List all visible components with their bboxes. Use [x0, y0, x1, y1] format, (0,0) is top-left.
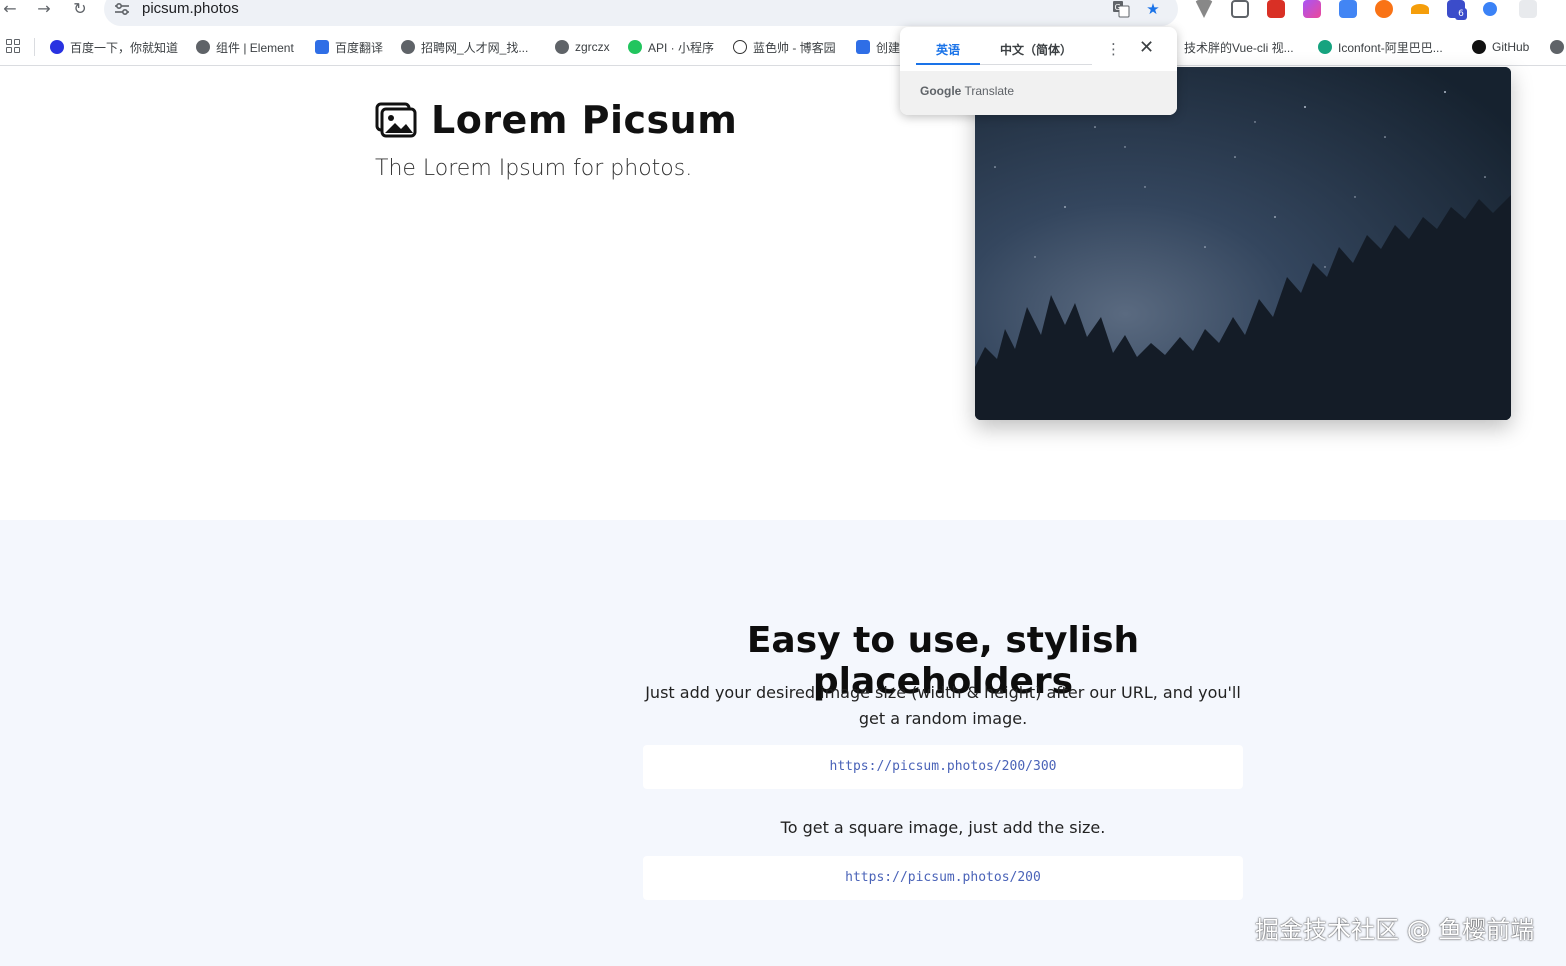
bookmark-star-icon[interactable]: ★ [1143, 0, 1163, 20]
bookmark-github[interactable]: GitHub [1472, 38, 1529, 56]
apps-grid-icon[interactable] [6, 39, 20, 53]
bookmark-label: API · 小程序 [648, 40, 715, 55]
photos-logo-icon [375, 102, 417, 138]
iconfont-icon [1318, 40, 1332, 54]
bookmark-miniprogram-api[interactable]: API · 小程序 [628, 38, 714, 56]
bookmark-cnblogs[interactable]: 蓝色帅 - 博客园 [733, 38, 836, 56]
example-url-code-1[interactable]: https://picsum.photos/200/300 [643, 745, 1243, 789]
google-translate-ext-icon[interactable] [1339, 0, 1357, 18]
vue-devtools-icon[interactable] [1195, 0, 1213, 18]
bookmark-baidu[interactable]: 百度一下，你就知道 [50, 38, 178, 56]
color-picker-icon[interactable] [1303, 0, 1321, 18]
bookmark-label: 创建 [876, 40, 901, 55]
forward-arrow-icon[interactable]: → [34, 0, 54, 20]
browser-toolbar: ← → ↻ picsum.photos G ★ 6 [0, 0, 1566, 30]
bookmark-overflow[interactable] [1550, 38, 1564, 56]
globe-icon [196, 40, 210, 54]
bookmark-label: 百度翻译 [335, 40, 384, 55]
google-wordmark: Google [920, 84, 962, 98]
site-title: Lorem Picsum [431, 98, 738, 142]
address-bar[interactable]: picsum.photos [104, 0, 1178, 26]
blue-dot-ext-icon[interactable] [1483, 2, 1497, 16]
translate-tab-source[interactable]: 英语 [936, 41, 960, 58]
baidu-paw-icon [50, 40, 64, 54]
bookmark-label: 招聘网_人才网_找... [421, 40, 529, 55]
usage-description: Just add your desired image size (width … [645, 683, 1241, 728]
extension-count-badge: 6 [1455, 8, 1467, 20]
globe-icon [555, 40, 569, 54]
bookmark-vue-cli[interactable]: 技术胖的Vue-cli 视... [1184, 38, 1294, 56]
square-image-note: To get a square image, just add the size… [780, 818, 1106, 837]
translate-tab-target[interactable]: 中文（简体） [1000, 41, 1072, 58]
hero-photo-night-sky [975, 67, 1511, 420]
cnblogs-icon [733, 40, 747, 54]
bookmarks-separator [34, 38, 35, 56]
bookmark-zgrczx[interactable]: zgrczx [555, 38, 610, 56]
brand-header: Lorem Picsum [375, 98, 737, 142]
github-icon [1472, 40, 1486, 54]
watermark: 掘金技术社区 @ 鱼樱前端 [1255, 916, 1535, 944]
more-options-icon[interactable]: ⋮ [1106, 40, 1121, 58]
tab-manager-icon[interactable] [1231, 0, 1249, 18]
bookmark-iconfont[interactable]: Iconfont-阿里巴巴... [1318, 38, 1443, 56]
reload-icon[interactable]: ↻ [70, 0, 90, 20]
example-url-code-2[interactable]: https://picsum.photos/200 [643, 856, 1243, 900]
bookmark-label: 组件 | Element [216, 40, 294, 55]
globe-icon [401, 40, 415, 54]
translate-tab-indicator [916, 63, 980, 65]
bookmark-element[interactable]: 组件 | Element [196, 38, 294, 56]
bookmark-label: 蓝色帅 - 博客园 [753, 40, 836, 55]
site-tagline: The Lorem Ipsum for photos. [375, 156, 693, 181]
bookmark-create[interactable]: 创建 [856, 38, 900, 56]
globe-icon [1550, 40, 1564, 54]
bookmark-label: Iconfont-阿里巴巴... [1338, 40, 1443, 55]
site-settings-icon[interactable] [114, 2, 130, 16]
placeholder-ext-icon[interactable] [1519, 0, 1537, 18]
sticker-ext-icon[interactable] [1411, 4, 1429, 14]
svg-text:G: G [1115, 3, 1121, 12]
bookmark-label: GitHub [1492, 40, 1530, 54]
translate-tab-divider [980, 64, 1092, 65]
bookmark-label: zgrczx [575, 40, 610, 54]
bookmark-label: 技术胖的Vue-cli 视... [1184, 40, 1294, 55]
translate-icon[interactable]: G [1111, 0, 1131, 20]
orange-ext-icon[interactable] [1375, 0, 1393, 18]
url-text[interactable]: picsum.photos [142, 0, 239, 17]
bookmarks-bar: 百度一下，你就知道 组件 | Element 百度翻译 招聘网_人才网_找...… [0, 30, 1566, 66]
wechat-icon [628, 40, 642, 54]
extension-badge-icon[interactable]: 6 [1447, 0, 1467, 20]
bookmark-recruitment[interactable]: 招聘网_人才网_找... [401, 38, 528, 56]
baidu-paw-icon [856, 40, 870, 54]
fe-helper-icon[interactable] [1267, 0, 1285, 18]
bookmark-label: 百度一下，你就知道 [70, 40, 179, 55]
baidu-translate-icon [315, 40, 329, 54]
back-arrow-icon[interactable]: ← [0, 0, 20, 20]
translate-wordmark: Translate [964, 84, 1015, 98]
google-translate-popup: 英语 中文（简体） ⋮ ✕ Google Translate [900, 27, 1177, 115]
google-translate-brand: Google Translate [920, 84, 1014, 98]
bookmark-baidu-translate[interactable]: 百度翻译 [315, 38, 383, 56]
close-icon[interactable]: ✕ [1139, 37, 1154, 58]
